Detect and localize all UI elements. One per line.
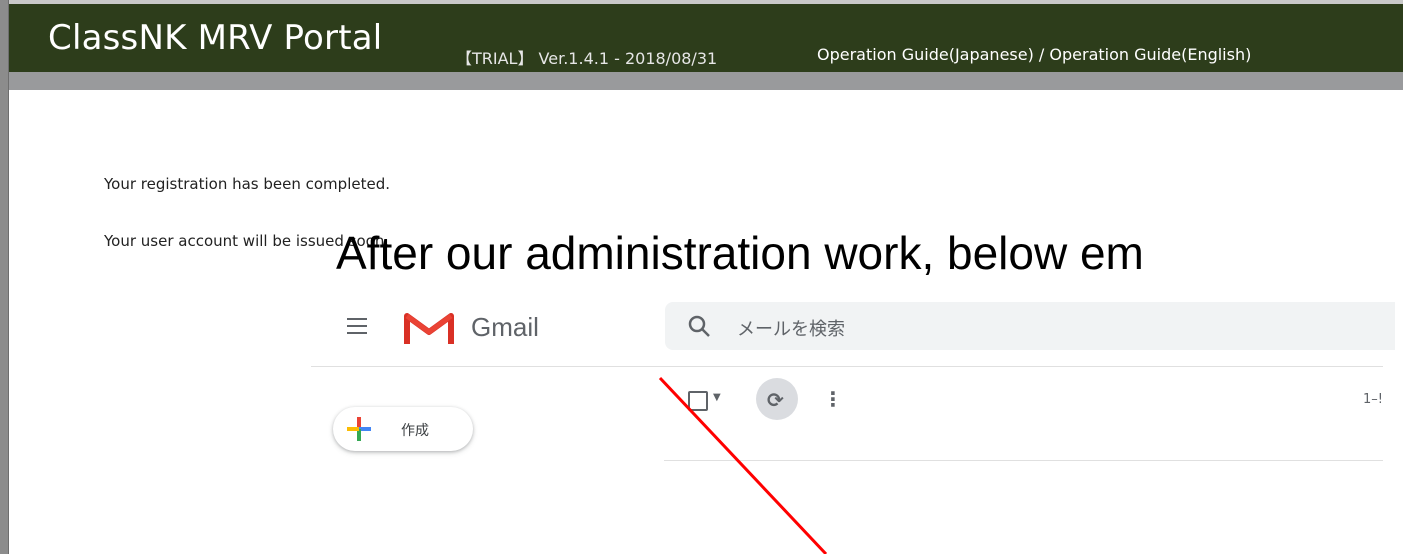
annotation-text: After our administration work, below em [336, 227, 1144, 279]
search-bar[interactable]: メールを検索 [665, 302, 1395, 350]
refresh-icon: ⟳ [767, 388, 784, 412]
header-subbar [9, 72, 1403, 90]
registration-complete-message: Your registration has been completed. [104, 175, 390, 193]
operation-guide-english-link[interactable]: Operation Guide(English) [1049, 45, 1251, 64]
gmail-screenshot: Gmail メールを検索 作成 ▼ ⟳ ⋮ 1–! [311, 290, 1395, 464]
portal-header: ClassNK MRV Portal 【TRIAL】 Ver.1.4.1 - 2… [9, 4, 1403, 72]
operation-guide-japanese-link[interactable]: Operation Guide(Japanese) [817, 45, 1034, 64]
portal-title: ClassNK MRV Portal [48, 18, 383, 58]
refresh-button[interactable]: ⟳ [756, 378, 798, 420]
menu-icon[interactable] [347, 316, 369, 341]
compose-label: 作成 [401, 423, 429, 439]
operation-guide-links: Operation Guide(Japanese) / Operation Gu… [817, 45, 1251, 64]
gmail-logo-icon[interactable] [403, 308, 455, 346]
search-placeholder: メールを検索 [737, 319, 845, 340]
version-label: 【TRIAL】 Ver.1.4.1 - 2018/08/31 [456, 49, 718, 68]
header-divider [311, 366, 1383, 367]
compose-plus-icon [347, 417, 371, 441]
gmail-app-name: Gmail [471, 312, 539, 342]
pagination-range: 1–! [1363, 392, 1383, 407]
search-icon[interactable] [687, 314, 711, 338]
select-dropdown-icon[interactable]: ▼ [713, 392, 721, 403]
guide-separator: / [1033, 45, 1050, 64]
toolbar-divider [664, 460, 1383, 461]
checkbox-icon[interactable] [688, 391, 708, 411]
window-left-border [0, 0, 9, 554]
compose-button[interactable]: 作成 [333, 407, 473, 451]
more-vert-icon[interactable]: ⋮ [823, 387, 843, 411]
